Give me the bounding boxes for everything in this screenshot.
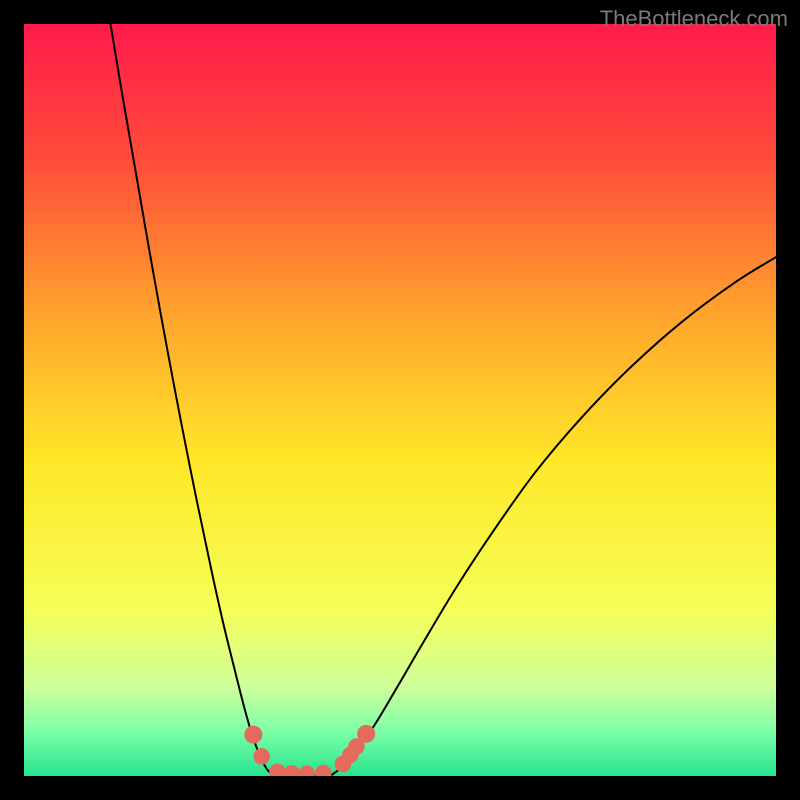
data-marker	[357, 725, 375, 743]
marker-layer	[244, 725, 375, 776]
chart-frame: TheBottleneck.com	[0, 0, 800, 800]
left-branch	[110, 24, 272, 774]
right-branch	[332, 257, 776, 774]
plot-area	[24, 24, 776, 776]
data-marker	[253, 748, 270, 765]
data-marker	[283, 765, 300, 776]
data-marker	[315, 765, 332, 776]
data-marker	[244, 726, 262, 744]
curve-layer	[24, 24, 776, 776]
data-marker	[298, 765, 315, 776]
watermark-label: TheBottleneck.com	[600, 6, 788, 32]
data-marker	[269, 764, 286, 776]
